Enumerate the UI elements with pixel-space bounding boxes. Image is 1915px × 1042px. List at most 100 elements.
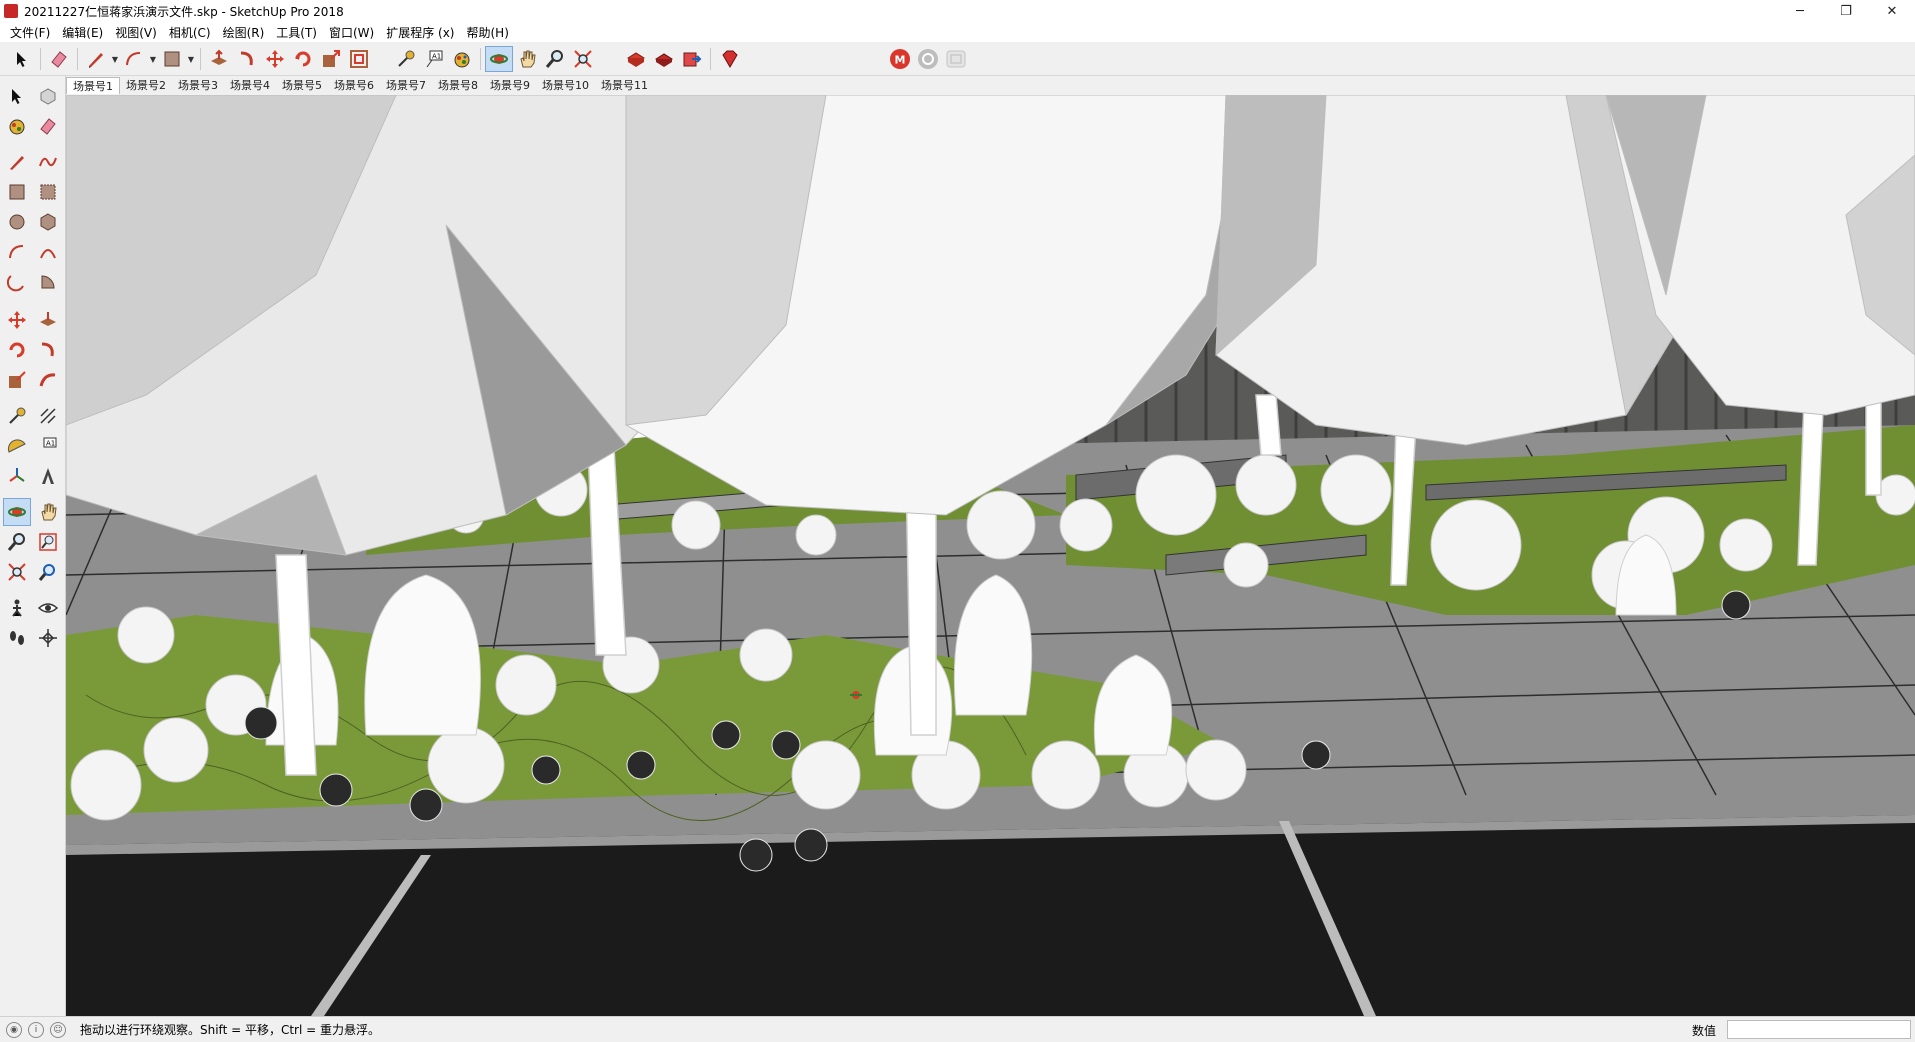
lt-walk-button[interactable] (3, 624, 31, 652)
geo-location-icon[interactable]: ◉ (6, 1021, 22, 1038)
lt-dimension-button[interactable] (34, 402, 62, 430)
rectangle-tool-dropdown[interactable]: ▼ (186, 46, 196, 72)
rectangle-tool-button[interactable] (158, 46, 186, 72)
lt-position-camera-button[interactable] (3, 594, 31, 622)
lt-protractor-button[interactable] (3, 432, 31, 460)
paint-bucket-tool-button[interactable] (448, 46, 476, 72)
user-account-icon[interactable]: ☺ (50, 1021, 66, 1038)
follow-me-tool-button[interactable] (233, 46, 261, 72)
3d-text-icon (42, 468, 54, 484)
zoom-extents-tool-button[interactable] (569, 46, 597, 72)
toolbar-group-drawing: ▼ ▼ ▼ (8, 46, 373, 72)
arc-icon (126, 52, 141, 66)
select-tool-button[interactable] (8, 46, 36, 72)
menu-edit[interactable]: 编辑(E) (56, 24, 109, 41)
lt-rectangle-button[interactable] (3, 178, 31, 206)
plugin-button-2[interactable] (914, 46, 942, 72)
lt-tape-measure-button[interactable] (3, 402, 31, 430)
move-tool-button[interactable] (261, 46, 289, 72)
maximize-button[interactable]: ❐ (1823, 0, 1869, 22)
lt-arc-button[interactable] (3, 238, 31, 266)
minimize-button[interactable]: ─ (1777, 0, 1823, 22)
measurements-input[interactable] (1727, 1020, 1911, 1039)
send-to-layout-button[interactable] (678, 46, 706, 72)
menu-camera[interactable]: 相机(C) (163, 24, 217, 41)
arc-tool-dropdown[interactable]: ▼ (148, 46, 158, 72)
lt-offset-button[interactable] (34, 366, 62, 394)
scene-tab-3[interactable]: 场景号3 (172, 77, 224, 94)
scene-tab-9[interactable]: 场景号9 (484, 77, 536, 94)
lt-zoom-window-button[interactable] (34, 528, 62, 556)
scene-tab-4[interactable]: 场景号4 (224, 77, 276, 94)
arc-tool-button[interactable] (120, 46, 148, 72)
lt-zoom-extents-button[interactable] (3, 558, 31, 586)
menu-tools[interactable]: 工具(T) (270, 24, 323, 41)
lt-pan-button[interactable] (34, 498, 62, 526)
scene-tab-10[interactable]: 场景号10 (536, 77, 595, 94)
tape-measure-tool-button[interactable] (392, 46, 420, 72)
lt-rotated-rectangle-button[interactable] (34, 178, 62, 206)
text-tool-button[interactable]: A1 (420, 46, 448, 72)
lt-look-around-button[interactable] (34, 594, 62, 622)
lt-line-button[interactable] (3, 148, 31, 176)
scene-tab-6[interactable]: 场景号6 (328, 77, 380, 94)
eraser-icon (51, 51, 67, 68)
line-tool-dropdown[interactable]: ▼ (110, 46, 120, 72)
lt-3point-arc-button[interactable] (3, 268, 31, 296)
eraser-tool-button[interactable] (45, 46, 73, 72)
close-button[interactable]: ✕ (1869, 0, 1915, 22)
lt-eraser-button[interactable] (34, 112, 62, 140)
large-tool-set: A1 (0, 76, 66, 1016)
scene-tab-1[interactable]: 场景号1 (66, 77, 120, 94)
scene-tab-2[interactable]: 场景号2 (120, 77, 172, 94)
scene-tab-7[interactable]: 场景号7 (380, 77, 432, 94)
menu-bar: 文件(F) 编辑(E) 视图(V) 相机(C) 绘图(R) 工具(T) 窗口(W… (0, 22, 1915, 42)
lt-section-plane-button[interactable] (34, 624, 62, 652)
scene-tab-11[interactable]: 场景号11 (595, 77, 654, 94)
scene-tab-8[interactable]: 场景号8 (432, 77, 484, 94)
plugin-button-1[interactable]: M (886, 46, 914, 72)
menu-view[interactable]: 视图(V) (109, 24, 163, 41)
menu-file[interactable]: 文件(F) (4, 24, 56, 41)
menu-draw[interactable]: 绘图(R) (217, 24, 271, 41)
menu-extensions[interactable]: 扩展程序 (x) (380, 24, 460, 41)
lt-2point-arc-button[interactable] (34, 238, 62, 266)
lt-scale-button[interactable] (3, 366, 31, 394)
model-viewport[interactable] (66, 95, 1915, 1016)
status-bar: ◉ i ☺ 拖动以进行环绕观察。Shift = 平移，Ctrl = 重力悬浮。 … (0, 1016, 1915, 1042)
lt-3d-text-button[interactable] (34, 462, 62, 490)
section-plane-icon (39, 629, 57, 647)
lt-select-button[interactable] (3, 82, 31, 110)
menu-help[interactable]: 帮助(H) (460, 24, 514, 41)
scene-tab-5[interactable]: 场景号5 (276, 77, 328, 94)
lt-polygon-button[interactable] (34, 208, 62, 236)
lt-pie-button[interactable] (34, 268, 62, 296)
scale-tool-button[interactable] (317, 46, 345, 72)
extension-manager-button[interactable] (715, 46, 743, 72)
extension-warehouse-button[interactable] (650, 46, 678, 72)
lt-make-component-button[interactable] (34, 82, 62, 110)
lt-move-button[interactable] (3, 306, 31, 334)
plugin-button-3[interactable] (942, 46, 970, 72)
zoom-tool-button[interactable] (541, 46, 569, 72)
lt-previous-view-button[interactable] (34, 558, 62, 586)
rotate-tool-button[interactable] (289, 46, 317, 72)
lt-text-button[interactable]: A1 (34, 432, 62, 460)
offset-tool-button[interactable] (345, 46, 373, 72)
lt-freehand-button[interactable] (34, 148, 62, 176)
push-pull-tool-button[interactable] (205, 46, 233, 72)
lt-orbit-button[interactable] (3, 498, 31, 526)
lt-circle-button[interactable] (3, 208, 31, 236)
orbit-tool-button[interactable] (485, 46, 513, 72)
lt-paint-bucket-button[interactable] (3, 112, 31, 140)
line-tool-button[interactable] (82, 46, 110, 72)
lt-push-pull-button[interactable] (34, 306, 62, 334)
lt-follow-me-button[interactable] (34, 336, 62, 364)
credits-info-icon[interactable]: i (28, 1021, 44, 1038)
lt-axes-button[interactable] (3, 462, 31, 490)
3d-warehouse-button[interactable] (622, 46, 650, 72)
lt-rotate-button[interactable] (3, 336, 31, 364)
pan-tool-button[interactable] (513, 46, 541, 72)
lt-zoom-button[interactable] (3, 528, 31, 556)
menu-window[interactable]: 窗口(W) (323, 24, 380, 41)
